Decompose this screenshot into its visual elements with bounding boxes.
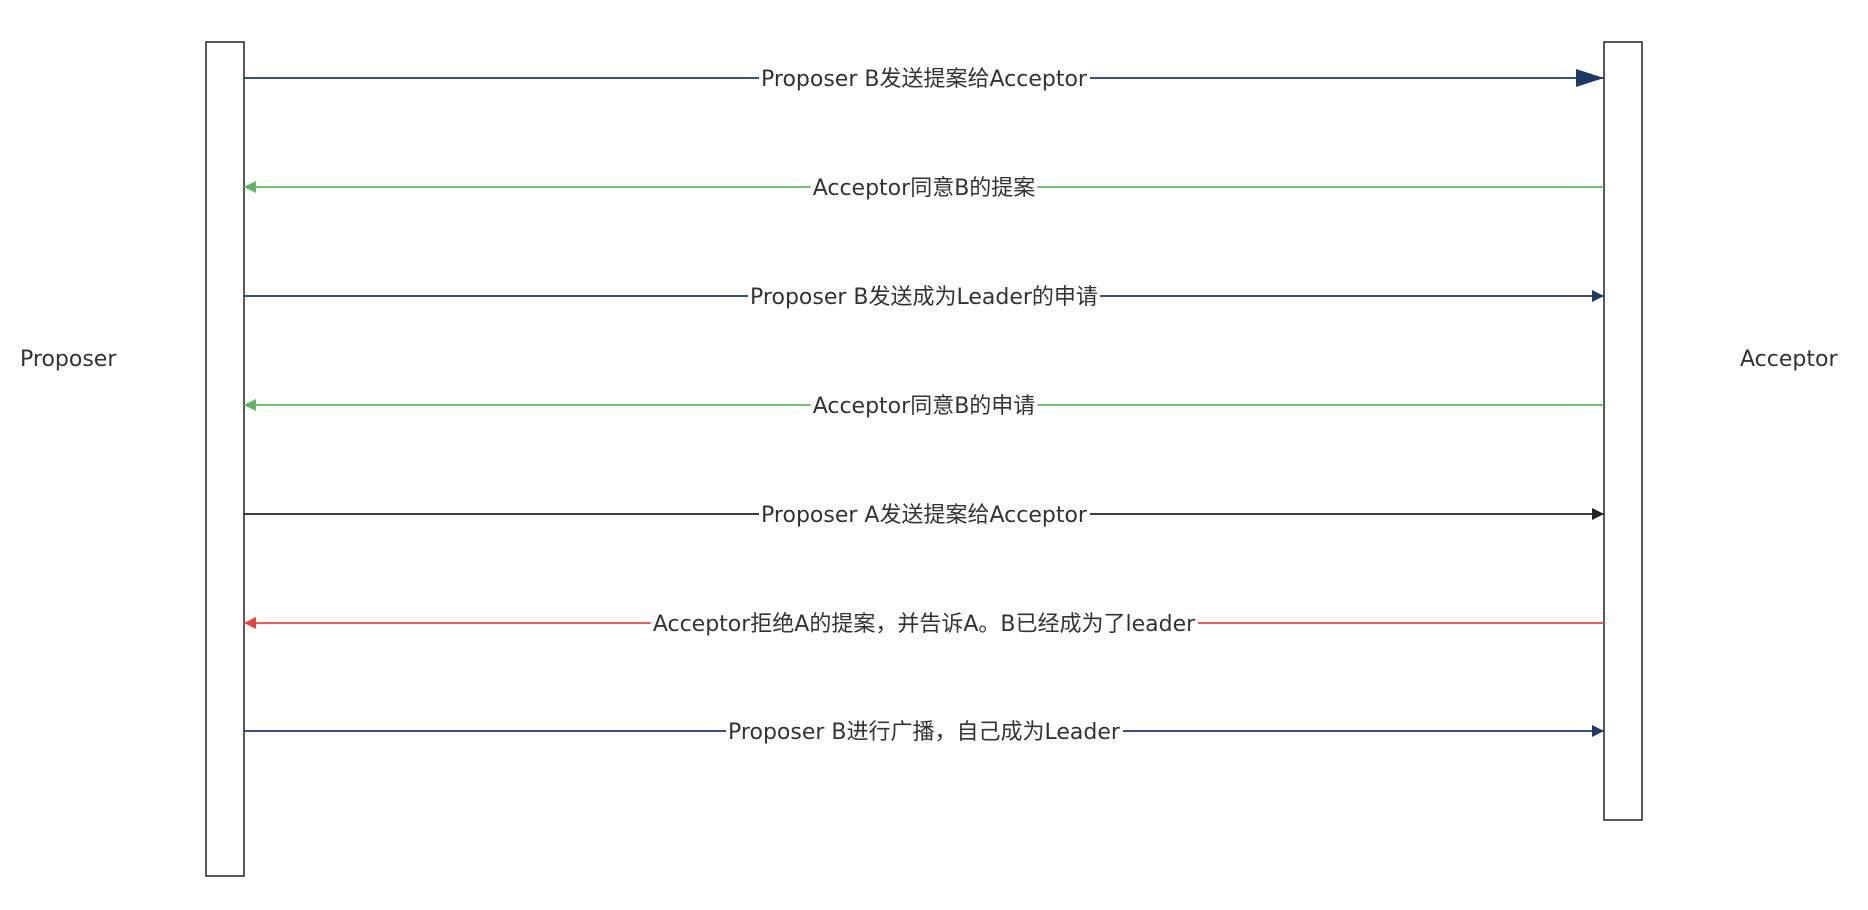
message-label: Acceptor同意B的申请 xyxy=(813,394,1036,419)
message-3: Proposer B发送成为Leader的申请 xyxy=(244,284,1604,311)
message-7: Proposer B进行广播，自己成为Leader xyxy=(244,719,1604,746)
arrowhead-icon xyxy=(244,181,256,193)
message-1: Proposer B发送提案给Acceptor xyxy=(244,66,1604,93)
acceptor-lifeline-box xyxy=(1603,41,1643,821)
arrowhead-icon xyxy=(244,617,256,629)
participant-label-acceptor: Acceptor xyxy=(1740,347,1838,372)
message-label: Acceptor拒绝A的提案，并告诉A。B已经成为了leader xyxy=(653,612,1196,637)
message-label: Acceptor同意B的提案 xyxy=(813,176,1036,201)
arrowhead-icon xyxy=(1592,725,1604,737)
message-5: Proposer A发送提案给Acceptor xyxy=(244,502,1604,529)
sequence-diagram: Proposer Acceptor Proposer B发送提案给Accepto… xyxy=(20,41,1838,877)
arrowhead-icon xyxy=(1592,290,1604,302)
message-6: Acceptor拒绝A的提案，并告诉A。B已经成为了leader xyxy=(244,611,1604,638)
arrowhead-icon xyxy=(1592,508,1604,520)
message-4: Acceptor同意B的申请 xyxy=(244,393,1604,420)
arrowhead-icon xyxy=(244,399,256,411)
message-2: Acceptor同意B的提案 xyxy=(244,175,1604,202)
arrowhead-icon xyxy=(1576,69,1604,87)
message-label: Proposer B发送成为Leader的申请 xyxy=(750,285,1098,310)
message-label: Proposer A发送提案给Acceptor xyxy=(761,503,1088,528)
proposer-lifeline-box xyxy=(205,41,245,877)
participant-label-proposer: Proposer xyxy=(20,347,117,372)
message-label: Proposer B进行广播，自己成为Leader xyxy=(728,720,1121,745)
messages-layer: Proposer B发送提案给Acceptor Acceptor同意B的提案 Pro… xyxy=(244,66,1604,746)
message-label: Proposer B发送提案给Acceptor xyxy=(761,67,1088,92)
